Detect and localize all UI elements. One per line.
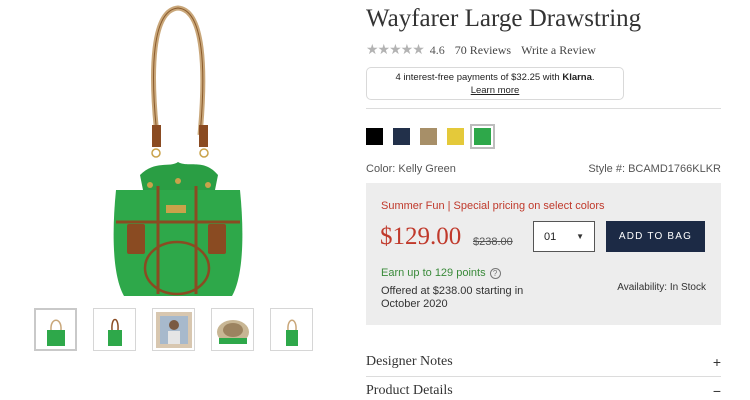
purchase-box: Summer Fun | Special pricing on select c… (366, 183, 721, 325)
rating-value: 4.6 (429, 43, 445, 57)
offered-text: Offered at $238.00 starting in October 2… (381, 285, 524, 310)
plus-icon: + (712, 354, 721, 370)
klarna-logo: Klarna (562, 72, 592, 83)
klarna-payment-box: 4 interest-free payments of $32.25 with … (366, 67, 624, 100)
swatch-yellow[interactable] (447, 128, 464, 145)
availability-status: Availability: In Stock (617, 282, 706, 293)
original-price: $238.00 (473, 236, 513, 248)
promo-text: Summer Fun | Special pricing on select c… (381, 200, 605, 212)
swatch-black[interactable] (366, 128, 383, 145)
thumbnail-strip (34, 308, 313, 351)
selection-info: Color: Kelly Green Style #: BCAMD1766KLK… (366, 163, 721, 175)
accordion-label: Product Details (366, 383, 453, 398)
product-title: Wayfarer Large Drawstring (366, 5, 642, 32)
style-number: Style #: BCAMD1766KLKR (588, 163, 721, 175)
main-product-image[interactable] (100, 0, 250, 300)
accordion-product-details[interactable]: Product Details − (366, 377, 721, 400)
add-to-bag-button[interactable]: ADD TO BAG (606, 221, 705, 252)
chevron-down-icon: ▼ (576, 232, 584, 241)
rating-row: ★★★★★ 4.6 70 Reviews Write a Review (366, 42, 596, 59)
write-review-link[interactable]: Write a Review (521, 43, 596, 58)
thumbnail-interior[interactable] (211, 308, 254, 351)
swatch-kelly-green[interactable] (470, 124, 495, 149)
thumbnail-lifestyle[interactable] (152, 308, 195, 351)
quantity-select[interactable]: 01 ▼ (533, 221, 595, 252)
points-row: Earn up to 129 points ? (381, 267, 501, 279)
reviews-link[interactable]: 70 Reviews (455, 43, 511, 58)
thumbnail-front[interactable] (34, 308, 77, 351)
thumbnail-side[interactable] (93, 308, 136, 351)
thumbnail-detail[interactable] (270, 308, 313, 351)
quantity-value: 01 (544, 230, 557, 243)
minus-icon: − (712, 383, 721, 399)
points-text: Earn up to 129 points (381, 267, 486, 279)
sale-price: $129.00 (380, 223, 462, 250)
divider (366, 108, 721, 109)
accordion-label: Designer Notes (366, 354, 453, 369)
klarna-learn-more-link[interactable]: Learn more (367, 84, 623, 97)
klarna-text: 4 interest-free payments of $32.25 with … (395, 72, 595, 83)
selected-color-label: Color: Kelly Green (366, 163, 456, 175)
color-swatches (366, 124, 495, 149)
swatch-taupe[interactable] (420, 128, 437, 145)
swatch-navy[interactable] (393, 128, 410, 145)
help-icon[interactable]: ? (489, 267, 501, 279)
accordion-designer-notes[interactable]: Designer Notes + (366, 348, 721, 376)
star-rating-icon: ★★★★★ (366, 43, 425, 58)
